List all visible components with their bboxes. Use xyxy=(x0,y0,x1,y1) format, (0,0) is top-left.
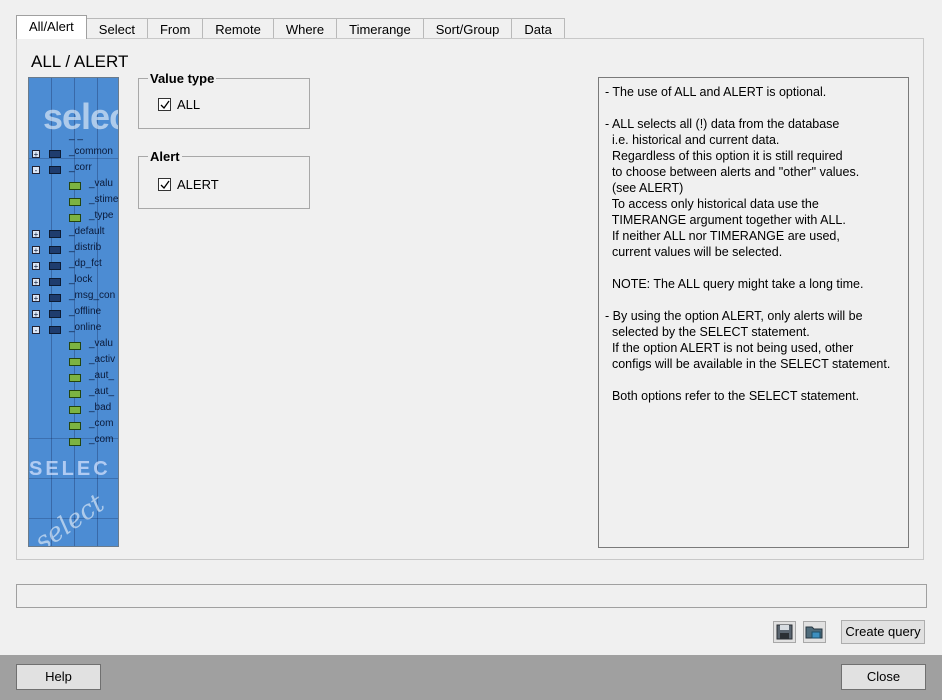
dialog-footer: Help Close xyxy=(0,655,942,700)
illustration-tree-label: _default xyxy=(69,226,105,237)
save-button[interactable] xyxy=(773,621,796,643)
expand-icon: + xyxy=(32,278,40,287)
save-icon xyxy=(776,624,793,640)
tab-bar: All/Alert Select From Remote Where Timerange S… xyxy=(16,15,565,39)
element-icon xyxy=(69,182,81,190)
collapse-icon: - xyxy=(32,326,40,335)
illustration-tree-label: _ _ xyxy=(69,130,83,141)
folder-icon xyxy=(49,262,61,270)
illustration-tree-label: _offline xyxy=(69,306,102,317)
folder-icon xyxy=(49,166,61,174)
element-icon xyxy=(69,342,81,350)
illustration-tree-label: _common xyxy=(69,146,113,157)
page-title: ALL / ALERT xyxy=(31,52,129,71)
element-icon xyxy=(69,214,81,222)
folder-icon xyxy=(49,246,61,254)
illustration-tree-label: _dp_fct xyxy=(69,258,102,269)
tab-all-alert[interactable]: All/Alert xyxy=(16,15,87,39)
expand-icon: + xyxy=(32,230,40,239)
element-icon xyxy=(69,198,81,206)
value-type-legend: Value type xyxy=(150,71,215,86)
folder-icon xyxy=(49,278,61,286)
query-output-field[interactable] xyxy=(16,584,927,608)
folder-icon xyxy=(49,294,61,302)
tab-sort-group[interactable]: Sort/Group xyxy=(422,18,513,39)
illustration-tree-label: _lock xyxy=(69,274,93,285)
open-folder-icon xyxy=(805,626,823,639)
element-icon xyxy=(69,390,81,398)
element-icon xyxy=(69,358,81,366)
element-icon xyxy=(69,438,81,446)
all-checkbox-box[interactable] xyxy=(158,98,171,111)
illustration-tree-label: _com xyxy=(89,434,114,445)
illustration-tree-label: _valu xyxy=(89,338,113,349)
help-button[interactable]: Help xyxy=(16,664,101,690)
help-text-box[interactable]: - The use of ALL and ALERT is optional. … xyxy=(598,77,909,548)
illustration-tree-label: _msg_con xyxy=(69,290,116,301)
illustration-tree-label: _distrib xyxy=(69,242,102,253)
illustration-tree-label: _type xyxy=(89,210,114,221)
expand-icon: + xyxy=(32,246,40,255)
close-button[interactable]: Close xyxy=(841,664,926,690)
alert-checkbox-label: ALERT xyxy=(177,177,219,192)
tab-timerange[interactable]: Timerange xyxy=(336,18,424,39)
collapse-icon: - xyxy=(32,166,40,175)
illustration-tree-label: _online xyxy=(69,322,102,333)
illustration-tree-label: _aut_ xyxy=(89,386,115,397)
check-icon xyxy=(160,180,170,190)
tab-select[interactable]: Select xyxy=(85,18,148,39)
folder-icon xyxy=(49,310,61,318)
illustration-tree-label: _bad xyxy=(89,402,112,413)
illustration-tree-label: _aut_ xyxy=(89,370,115,381)
illustration-text-mid: SELEC xyxy=(29,458,111,480)
illustration-tree-label: _corr xyxy=(69,162,92,173)
tab-from[interactable]: From xyxy=(146,18,204,39)
illustration-tree-label: _com xyxy=(89,418,114,429)
load-button[interactable] xyxy=(803,621,826,643)
expand-icon: + xyxy=(32,294,40,303)
element-icon xyxy=(69,406,81,414)
tab-where[interactable]: Where xyxy=(272,18,338,39)
illustration-tree-label: _activ xyxy=(89,354,116,365)
all-checkbox[interactable]: ALL xyxy=(158,97,200,112)
element-icon xyxy=(69,422,81,430)
alert-legend: Alert xyxy=(150,149,180,164)
element-icon xyxy=(69,374,81,382)
alert-checkbox-box[interactable] xyxy=(158,178,171,191)
tab-data[interactable]: Data xyxy=(511,18,565,39)
expand-icon: + xyxy=(32,150,40,159)
alert-checkbox[interactable]: ALERT xyxy=(158,177,219,192)
expand-icon: + xyxy=(32,310,40,319)
illustration-tree-label: _valu xyxy=(89,178,113,189)
all-checkbox-label: ALL xyxy=(177,97,201,112)
folder-icon xyxy=(49,230,61,238)
folder-icon xyxy=(49,150,61,158)
tab-remote[interactable]: Remote xyxy=(202,18,274,39)
expand-icon: + xyxy=(32,262,40,271)
illustration-tree-label: _stime xyxy=(89,194,119,205)
select-illustration: selec _ _+_common-_corr_valu_stime_type+… xyxy=(28,77,119,547)
create-query-button[interactable]: Create query xyxy=(841,620,925,644)
folder-icon xyxy=(49,326,61,334)
check-icon xyxy=(160,100,170,110)
